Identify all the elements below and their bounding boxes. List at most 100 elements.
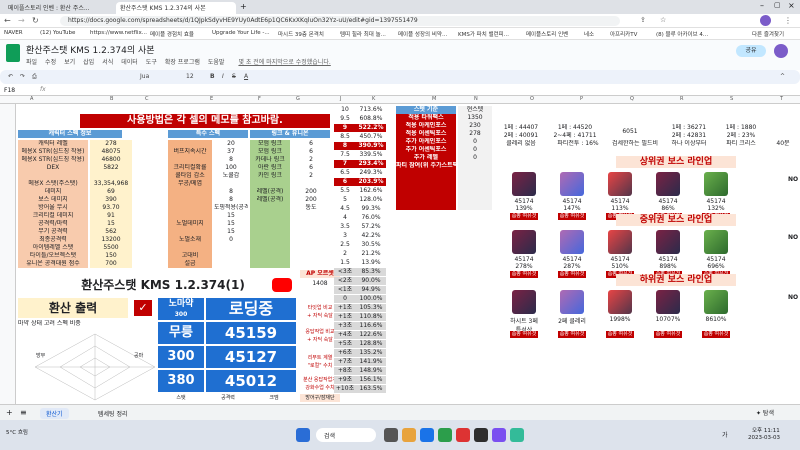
bookmark-item[interactable]: (12) YouTube — [40, 30, 75, 36]
radar-title: 마약 상태 고려 스펙 비중 — [18, 320, 81, 327]
menu-help[interactable]: 도움말 — [208, 57, 225, 66]
column-label[interactable]: G — [296, 96, 300, 102]
potential-grade: +8초 — [334, 367, 356, 375]
taskbar-search[interactable]: 검색 — [316, 428, 376, 442]
bookmark-item[interactable]: https://www.netflix... — [90, 30, 147, 36]
menu-data[interactable]: 데이터 — [121, 57, 138, 66]
menu-view[interactable]: 보기 — [64, 57, 75, 66]
menu-extensions[interactable]: 확장 프로그램 — [165, 57, 200, 66]
forward-icon[interactable]: → — [18, 16, 25, 25]
print-icon[interactable]: ⎙ — [32, 73, 37, 81]
account-avatar[interactable] — [774, 44, 788, 58]
weather-widget[interactable]: 5°C 흐림 — [6, 428, 36, 436]
column-label[interactable]: F — [258, 96, 261, 102]
back-icon[interactable]: ← — [4, 16, 11, 25]
share-button[interactable]: 공유 — [736, 45, 766, 57]
bookmark-item[interactable]: 메이플 성장의 비약... — [398, 30, 447, 38]
clock-date[interactable]: 2023-03-03 — [748, 435, 780, 441]
column-label[interactable]: R — [680, 96, 683, 102]
bookmark-item[interactable]: (8) 블루 아카이브 4... — [656, 30, 708, 38]
potential-rate: 148.9% — [356, 367, 386, 375]
chrome-icon[interactable] — [420, 428, 434, 442]
link-label — [250, 180, 290, 188]
bookmark-item[interactable]: KMS가 파치 밸런피... — [458, 30, 509, 38]
app-icon[interactable] — [492, 428, 506, 442]
spec-value — [90, 172, 132, 180]
spreadsheet-grid[interactable]: 사용방법은 각 셀의 메모를 참고바람. 캐릭터 스펙 정보 특수 스펙 링크 … — [16, 104, 800, 404]
reload-icon[interactable]: ↻ — [32, 16, 39, 25]
close-icon[interactable]: × — [788, 1, 795, 10]
column-label[interactable]: A — [30, 96, 33, 102]
bookmark-folder[interactable]: 다른 즐겨찾기 — [752, 30, 784, 38]
menu-edit[interactable]: 수정 — [45, 57, 56, 66]
column-label[interactable]: Q — [630, 96, 634, 102]
menu-file[interactable]: 파일 — [26, 57, 37, 66]
start-icon[interactable] — [296, 428, 310, 442]
maximize-icon[interactable]: ▢ — [774, 1, 781, 9]
youtube-icon[interactable] — [272, 278, 292, 292]
url-input[interactable]: https://docs.google.com/spreadsheets/d/1… — [60, 16, 620, 26]
all-sheets-icon[interactable]: ≡ — [20, 408, 27, 417]
app-icon[interactable] — [474, 428, 488, 442]
new-tab-icon[interactable]: + — [240, 2, 247, 11]
column-label[interactable]: S — [730, 96, 733, 102]
font-select[interactable]: Jua — [140, 73, 176, 80]
bookmark-item[interactable]: 마시드 39층 몬격치 — [278, 30, 324, 38]
redo-icon[interactable]: ↷ — [20, 73, 25, 80]
boss-lineup-title: 중위권 보스 라인업 — [616, 214, 736, 226]
app-icon[interactable] — [510, 428, 524, 442]
column-label[interactable]: O — [530, 96, 534, 102]
column-label[interactable]: P — [580, 96, 583, 102]
potential-grade: 5.5 — [340, 187, 350, 194]
bookmark-item[interactable]: 템띠 힐라 최대 놀... — [340, 30, 386, 38]
bookmark-item[interactable]: 메이플스토리 인벤 — [526, 30, 568, 38]
file-explorer-icon[interactable] — [402, 428, 416, 442]
add-sheet-icon[interactable]: + — [6, 408, 13, 417]
profile-avatar[interactable] — [760, 15, 771, 26]
fx-icon: fx — [40, 86, 46, 93]
column-label[interactable]: T — [780, 96, 783, 102]
checkbox-checked-icon[interactable]: ✓ — [134, 300, 152, 316]
bookmark-item[interactable]: NAVER — [4, 30, 23, 36]
app-icon[interactable] — [438, 428, 452, 442]
document-title[interactable]: 환산주스탯 KMS 1.2.374의 사본 — [26, 43, 155, 56]
bookmark-item[interactable]: 메이플 경험치 효율 — [150, 30, 194, 38]
share-page-icon[interactable]: ⇪ — [640, 16, 646, 24]
sheets-logo-icon[interactable] — [6, 44, 20, 62]
column-label[interactable]: B — [110, 96, 113, 102]
last-edit-note[interactable]: 몇 초 전에 마지막으로 수정했습니다. — [238, 57, 330, 66]
column-label[interactable]: N — [474, 96, 478, 102]
task-view-icon[interactable] — [384, 428, 398, 442]
menu-insert[interactable]: 삽입 — [83, 57, 94, 66]
strikethrough-icon[interactable]: S — [232, 73, 236, 80]
ime-indicator[interactable]: 가 — [722, 430, 728, 439]
bookmark-item[interactable]: 아프리카TV — [610, 30, 637, 38]
collapse-toolbar-icon[interactable]: ^ — [780, 73, 785, 80]
clock-time[interactable]: 오후 11:11 — [752, 426, 780, 434]
column-label[interactable]: E — [210, 96, 213, 102]
minimize-icon[interactable]: – — [760, 1, 764, 10]
column-label[interactable]: C — [145, 96, 149, 102]
column-label[interactable]: K — [372, 96, 375, 102]
app-icon[interactable] — [456, 428, 470, 442]
bold-icon[interactable]: B — [210, 73, 215, 80]
text-color-icon[interactable]: A — [244, 73, 248, 80]
sheet-tab[interactable]: 템세팅 정리 — [92, 408, 134, 419]
boss-tag: 솜뽕 여유것 — [510, 213, 538, 220]
bookmark-star-icon[interactable]: ☆ — [660, 16, 666, 24]
column-label[interactable]: J — [340, 96, 341, 102]
menu-dots-icon[interactable]: ⋮ — [784, 16, 792, 25]
bookmark-item[interactable]: Upgrade Your Life -... — [212, 30, 270, 36]
menu-tools[interactable]: 도구 — [146, 57, 157, 66]
browser-tab-active[interactable]: 환산주스탯 KMS 1.2.374의 사본 — [116, 2, 236, 14]
font-size-input[interactable]: 12 — [186, 73, 194, 80]
sheet-tab-active[interactable]: 환산기 — [40, 408, 69, 419]
column-label[interactable]: M — [432, 96, 436, 102]
italic-icon[interactable]: I — [222, 73, 224, 80]
explore-button[interactable]: ✦ 탐색 — [756, 408, 774, 417]
undo-icon[interactable]: ↶ — [8, 73, 13, 80]
menu-format[interactable]: 서식 — [102, 57, 113, 66]
bookmark-item[interactable]: 네소 — [584, 30, 594, 38]
browser-tab[interactable]: 메이플스토리 인벤 : 환산 주스... — [4, 2, 114, 14]
name-box[interactable]: F18 — [4, 87, 15, 94]
